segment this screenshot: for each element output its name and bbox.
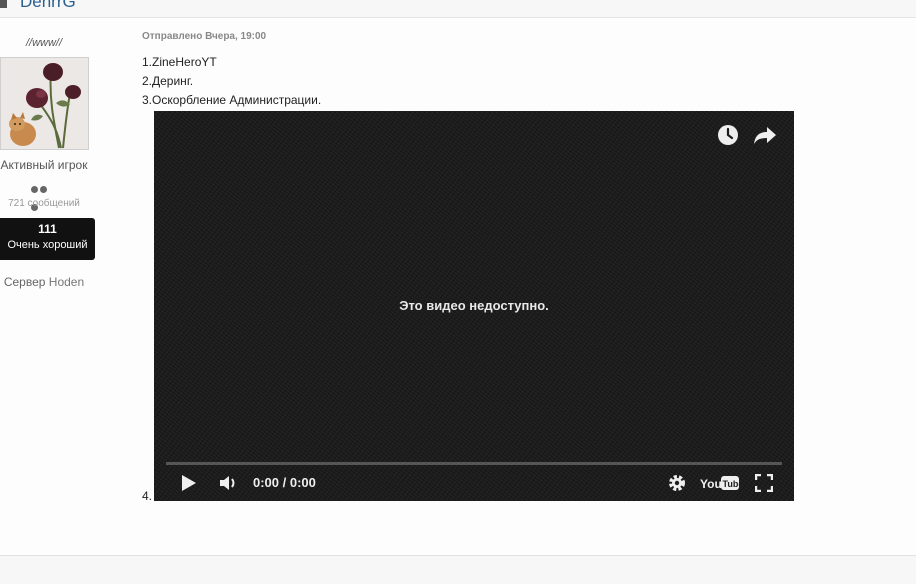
- post: //www// Активный игрок 721 сообщений 111…: [0, 19, 916, 555]
- user-title: Активный игрок: [0, 158, 88, 172]
- post-footer-divider: [0, 555, 916, 584]
- author-username[interactable]: //www//: [0, 37, 88, 49]
- video-time: 0:00 / 0:00: [253, 475, 316, 490]
- thread-title[interactable]: DenrrG: [20, 0, 76, 12]
- thread-header: DenrrG: [0, 0, 916, 18]
- server-name: Hoden: [48, 275, 85, 289]
- server-label: Сервер: [3, 275, 46, 289]
- gear-icon[interactable]: [667, 473, 687, 493]
- avatar-image: [1, 58, 88, 149]
- reputation-value: 111: [38, 222, 57, 236]
- youtube-logo[interactable]: You Tube: [700, 474, 740, 492]
- progress-bar[interactable]: [166, 462, 782, 465]
- video-unavailable-message: Это видео недоступно.: [399, 298, 549, 313]
- play-icon[interactable]: [180, 473, 198, 493]
- reputation-label: Очень хороший: [7, 239, 88, 251]
- avatar[interactable]: [0, 57, 89, 150]
- reputation-badge: 111 Очень хороший: [0, 218, 95, 260]
- svg-text:Tube: Tube: [723, 479, 741, 489]
- share-icon[interactable]: [752, 123, 778, 147]
- post-meta: Отправлено Вчера, 19:00: [142, 31, 267, 42]
- clock-icon[interactable]: [716, 123, 740, 147]
- post-line: 1.ZineHeroYT: [142, 55, 217, 69]
- fullscreen-icon[interactable]: [755, 474, 773, 492]
- svg-text:You: You: [700, 477, 722, 491]
- server-info: Сервер Hoden: [0, 275, 88, 289]
- author-sidebar: //www// Активный игрок 721 сообщений 111…: [0, 19, 96, 555]
- post-line: 3.Оскорбление Администрации.: [142, 93, 322, 107]
- rank-dot: [31, 186, 38, 193]
- rank-dots: [31, 180, 57, 211]
- message-count: 721 сообщений: [8, 198, 80, 209]
- post-line: 2.Деринг.: [142, 74, 194, 88]
- video-player[interactable]: Это видео недоступно. 0:00 / 0:00 You Tu…: [154, 111, 794, 501]
- menu-icon[interactable]: [0, 0, 7, 8]
- post-line: 4.: [142, 489, 153, 503]
- rank-dot: [40, 186, 47, 193]
- volume-icon[interactable]: [218, 473, 240, 493]
